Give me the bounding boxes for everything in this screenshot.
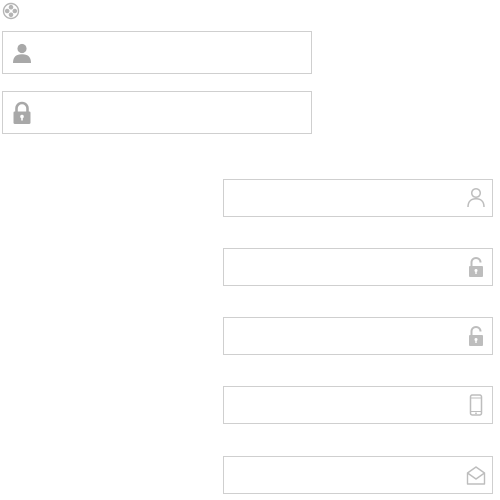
- login-username-input[interactable]: [45, 32, 303, 73]
- lock-icon: [11, 101, 33, 125]
- unlock-icon: [466, 256, 486, 278]
- register-email-field[interactable]: [223, 456, 493, 494]
- unlock-icon: [466, 325, 486, 347]
- user-outline-icon: [466, 187, 486, 209]
- envelope-icon: [466, 464, 486, 486]
- phone-icon: [466, 394, 486, 416]
- register-password-field[interactable]: [223, 248, 493, 286]
- login-password-input[interactable]: [45, 92, 303, 133]
- register-phone-input[interactable]: [234, 387, 456, 423]
- move-icon[interactable]: [2, 2, 20, 20]
- user-icon: [11, 42, 33, 64]
- login-register-page: [0, 0, 500, 500]
- login-password-field[interactable]: [2, 91, 312, 134]
- register-confirm-password-field[interactable]: [223, 317, 493, 355]
- register-password-input[interactable]: [234, 249, 456, 285]
- register-email-input[interactable]: [234, 457, 456, 493]
- register-phone-field[interactable]: [223, 386, 493, 424]
- register-confirm-password-input[interactable]: [234, 318, 456, 354]
- register-username-field[interactable]: [223, 179, 493, 217]
- login-username-field[interactable]: [2, 31, 312, 74]
- register-username-input[interactable]: [234, 180, 456, 216]
